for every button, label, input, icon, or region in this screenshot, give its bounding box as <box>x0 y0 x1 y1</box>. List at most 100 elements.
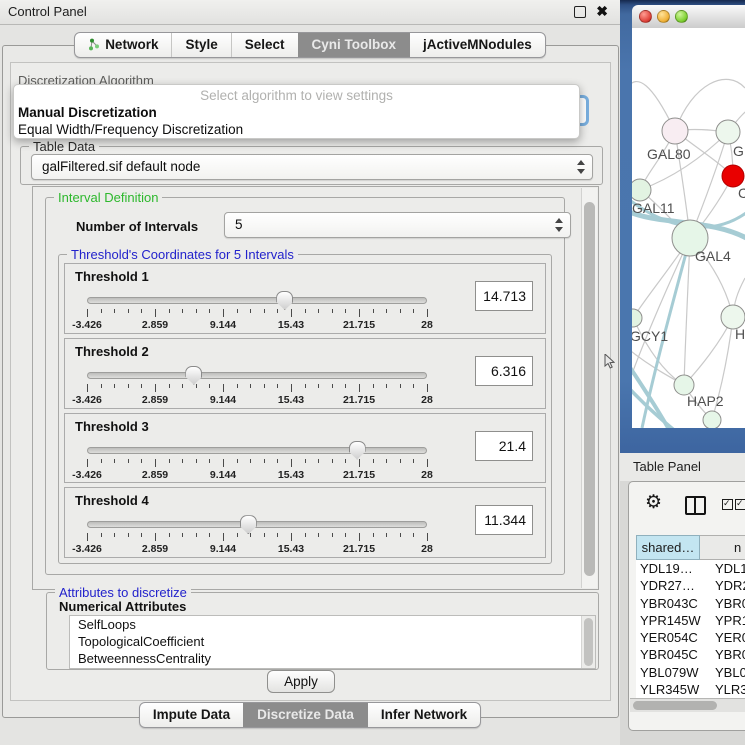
slider-tick-labels: -3.4262.8599.14415.4321.71528 <box>87 469 427 481</box>
cell-name[interactable]: YDL1 <box>707 560 745 577</box>
network-node[interactable] <box>632 179 651 201</box>
column-header-shared[interactable]: shared… <box>636 535 700 560</box>
cell-shared-name[interactable]: YBL079W <box>636 664 707 681</box>
cell-name[interactable]: YER0 <box>707 629 745 646</box>
tab-label: Select <box>245 37 285 52</box>
table-panel-toolbar: ⚙ <box>629 482 745 534</box>
table-row[interactable]: YLR345WYLR3 <box>636 681 745 698</box>
close-traffic-light-icon[interactable] <box>639 10 652 23</box>
network-node-label: G. <box>733 143 745 159</box>
slider-track[interactable] <box>87 297 427 304</box>
thresholds-group: Threshold's Coordinates for 5 Intervals … <box>58 254 552 564</box>
network-node[interactable] <box>716 120 740 144</box>
slider-thumb[interactable] <box>185 366 202 385</box>
network-node-label: GAL80 <box>647 146 691 162</box>
tab-infer-network[interactable]: Infer Network <box>367 703 480 727</box>
cell-shared-name[interactable]: YPR145W <box>636 612 707 629</box>
cell-name[interactable]: YBR0 <box>707 595 745 612</box>
interval-vscrollbar[interactable] <box>581 188 597 588</box>
network-node[interactable] <box>662 118 688 144</box>
tab-style[interactable]: Style <box>171 33 230 57</box>
table-row[interactable]: YBL079WYBL0 <box>636 664 745 681</box>
cell-shared-name[interactable]: YLR345W <box>636 681 707 698</box>
cell-shared-name[interactable]: YBR045C <box>636 646 707 663</box>
threshold-value-4[interactable]: 11.344 <box>475 505 533 535</box>
table-row[interactable]: YPR145WYPR1 <box>636 612 745 629</box>
table-row[interactable]: YDL19…YDL1 <box>636 560 745 577</box>
minimize-traffic-light-icon[interactable] <box>657 10 670 23</box>
network-node[interactable] <box>703 411 721 428</box>
close-icon[interactable]: ✖ <box>596 3 608 20</box>
checkbox-icon[interactable] <box>722 499 733 510</box>
cell-name[interactable]: YBL0 <box>707 664 745 681</box>
tab-jactivemnodules[interactable]: jActiveMNodules <box>409 33 545 57</box>
tab-cyni-toolbox[interactable]: Cyni Toolbox <box>298 33 410 57</box>
interval-vscroll-thumb[interactable] <box>584 202 595 576</box>
table-row[interactable]: YBR043CYBR0 <box>636 595 745 612</box>
network-node[interactable] <box>632 309 642 327</box>
algorithm-option[interactable]: Manual Discretization <box>18 104 583 121</box>
float-window-icon[interactable] <box>574 6 586 18</box>
threshold-slider-4[interactable]: -3.4262.8599.14415.4321.71528 <box>87 512 427 556</box>
apply-button[interactable]: Apply <box>267 670 335 693</box>
cell-name[interactable]: YLR3 <box>707 681 745 698</box>
cell-name[interactable]: YPR1 <box>707 612 745 629</box>
slider-thumb[interactable] <box>349 441 366 460</box>
slider-thumb[interactable] <box>240 515 257 534</box>
slider-track[interactable] <box>87 521 427 528</box>
attributes-vscroll-thumb[interactable] <box>584 618 593 666</box>
threshold-value-2[interactable]: 6.316 <box>475 356 533 386</box>
tab-network[interactable]: Network <box>75 33 171 57</box>
num-intervals-combo[interactable]: 5 <box>224 212 571 238</box>
cell-shared-name[interactable]: YBR043C <box>636 595 707 612</box>
table-row[interactable]: YBR045CYBR0 <box>636 646 745 663</box>
slider-track[interactable] <box>87 447 427 454</box>
attributes-vscrollbar[interactable] <box>581 616 595 668</box>
attributes-group: Attributes to discretize Numerical Attri… <box>46 592 599 670</box>
cell-shared-name[interactable]: YER054C <box>636 629 707 646</box>
threshold-slider-1[interactable]: -3.4262.8599.14415.4321.71528 <box>87 288 427 332</box>
attribute-item[interactable]: TopologicalCoefficient <box>70 633 595 650</box>
table-data-combo[interactable]: galFiltered.sif default node <box>31 154 593 180</box>
network-node[interactable] <box>722 165 744 187</box>
zoom-traffic-light-icon[interactable] <box>675 10 688 23</box>
threshold-value-1[interactable]: 14.713 <box>475 281 533 311</box>
threshold-slider-2[interactable]: -3.4262.8599.14415.4321.71528 <box>87 363 427 407</box>
checkbox-icon[interactable] <box>735 499 745 510</box>
table-row[interactable]: YER054CYER0 <box>636 629 745 646</box>
network-canvas[interactable]: GAL80G.CGAL11GAL4GCY1HHAP2 <box>632 28 745 428</box>
column-header-name[interactable]: n <box>700 535 745 560</box>
attribute-item[interactable]: BetweennessCentrality <box>70 650 595 667</box>
slider-thumb[interactable] <box>276 291 293 310</box>
tab-discretize-data[interactable]: Discretize Data <box>243 703 367 727</box>
slider-track[interactable] <box>87 372 427 379</box>
split-columns-icon[interactable] <box>685 496 706 515</box>
cell-shared-name[interactable]: YDR27… <box>636 577 707 594</box>
cell-name[interactable]: YBR0 <box>707 646 745 663</box>
cell-name[interactable]: YDR2 <box>707 577 745 594</box>
gear-icon[interactable]: ⚙ <box>645 493 662 512</box>
bottom-tabbar: Impute Data Discretize Data Infer Network <box>0 702 620 728</box>
tab-label: Discretize Data <box>257 707 354 722</box>
table-hscroll-thumb[interactable] <box>633 701 717 710</box>
attribute-item[interactable]: SelfLoops <box>70 616 595 633</box>
slider-ticks <box>87 533 427 542</box>
tab-select[interactable]: Select <box>231 33 298 57</box>
network-node-label: HAP2 <box>687 393 724 409</box>
cell-shared-name[interactable]: YDL19… <box>636 560 707 577</box>
panel-title: Control Panel <box>8 4 87 19</box>
network-node[interactable] <box>674 375 694 395</box>
algorithm-option[interactable]: Equal Width/Frequency Discretization <box>18 121 583 138</box>
interval-group-label: Interval Definition <box>54 190 162 205</box>
stepper-arrows-icon <box>576 159 585 175</box>
threshold-value-3[interactable]: 21.4 <box>475 431 533 461</box>
network-window[interactable]: GAL80G.CGAL11GAL4GCY1HHAP2 <box>620 0 745 453</box>
numerical-attributes-list[interactable]: SelfLoopsTopologicalCoefficientBetweenne… <box>69 615 596 669</box>
threshold-slider-3[interactable]: -3.4262.8599.14415.4321.71528 <box>87 438 427 482</box>
slider-tick-labels: -3.4262.8599.14415.4321.71528 <box>87 394 427 406</box>
tab-impute-data[interactable]: Impute Data <box>140 703 243 727</box>
bottom-tabgroup: Impute Data Discretize Data Infer Network <box>139 702 481 728</box>
table-hscrollbar[interactable] <box>630 698 745 712</box>
table-row[interactable]: YDR27…YDR2 <box>636 577 745 594</box>
threshold-label: Threshold 4 <box>75 493 149 508</box>
